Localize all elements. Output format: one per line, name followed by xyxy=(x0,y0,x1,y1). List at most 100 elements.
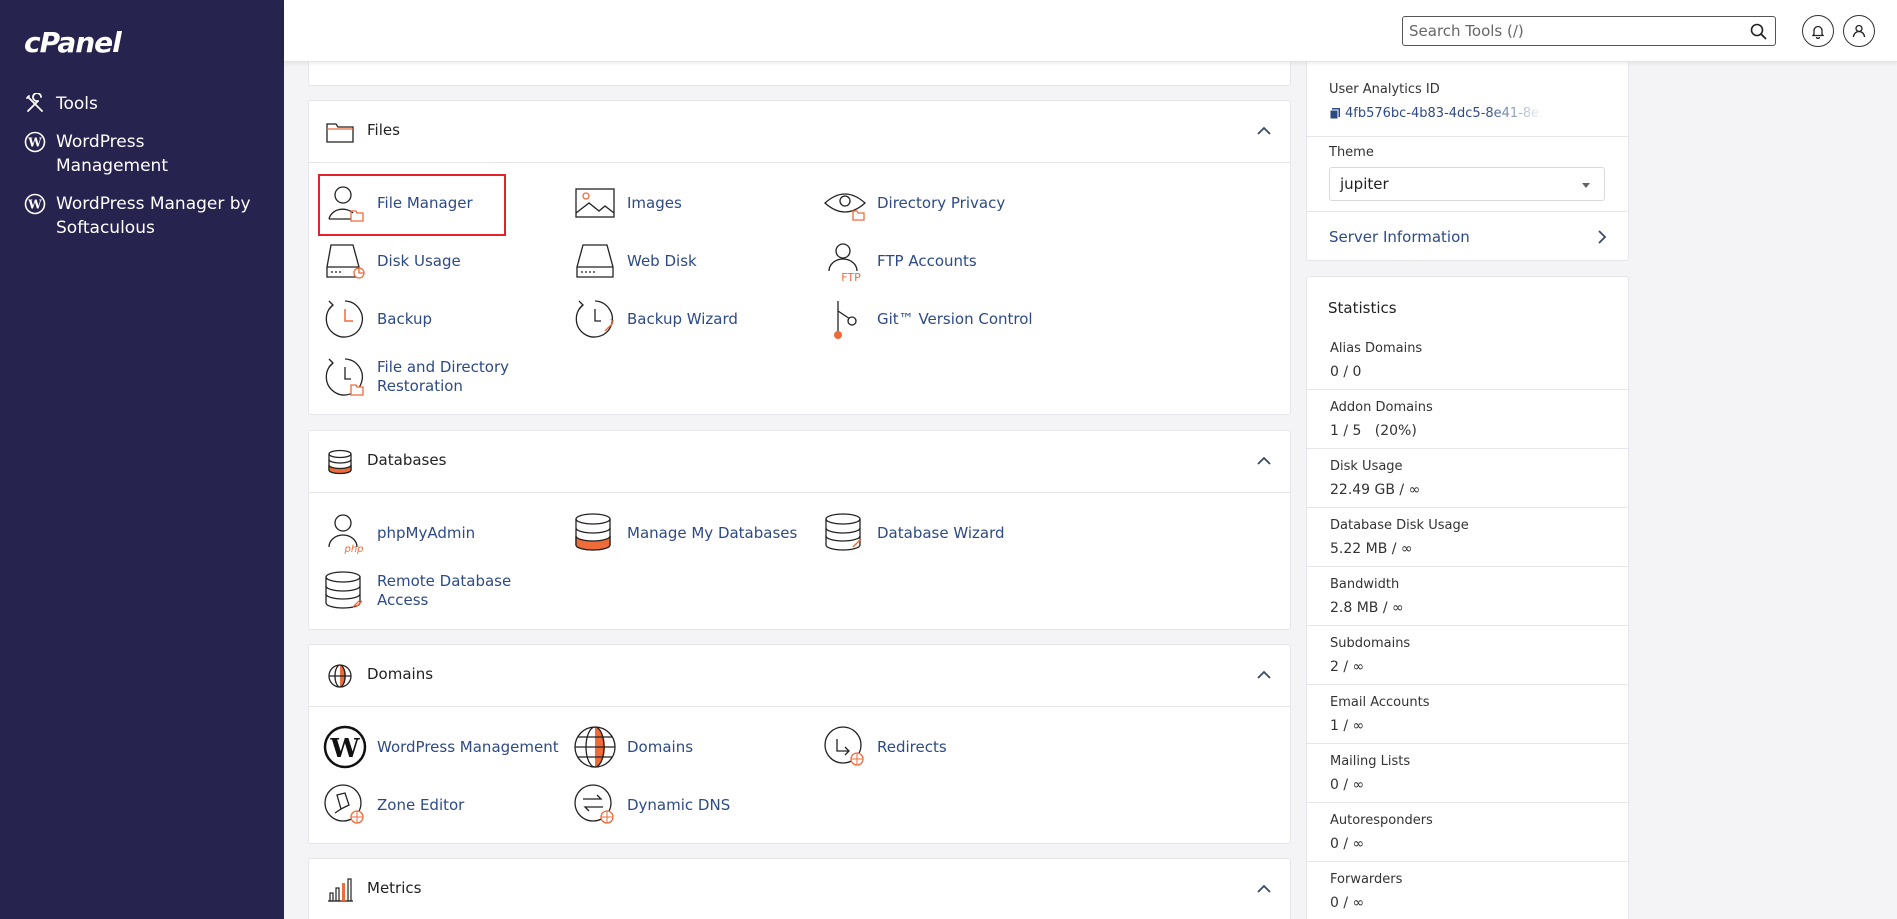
stat-bandwidth: Bandwidth 2.8 MB / ∞ xyxy=(1307,567,1628,626)
chevron-up-icon[interactable] xyxy=(1256,883,1272,895)
dropdown-caret-icon xyxy=(1582,183,1590,188)
cpanel-logo[interactable]: cPanel xyxy=(24,26,122,59)
chevron-up-icon[interactable] xyxy=(1256,125,1272,137)
images-icon xyxy=(575,188,615,218)
stat-value: 0 / ∞ xyxy=(1330,836,1365,852)
tool-backup-wizard[interactable]: Backup Wizard xyxy=(573,297,813,341)
backup-wizard-icon xyxy=(575,300,614,338)
search-input[interactable] xyxy=(1403,17,1733,45)
folder-icon xyxy=(326,123,354,143)
chevron-up-icon[interactable] xyxy=(1256,669,1272,681)
tool-images[interactable]: Images xyxy=(573,181,813,225)
zone-editor-icon xyxy=(324,784,364,824)
database-wizard-icon xyxy=(825,513,862,551)
restoration-icon xyxy=(325,358,364,396)
git-icon xyxy=(834,301,857,339)
tool-label: FTP Accounts xyxy=(877,251,977,270)
stat-value: 22.49 GB / ∞ xyxy=(1330,482,1421,498)
tool-wordpress-management[interactable]: W WordPress Management xyxy=(323,725,563,769)
stat-label: Autoresponders xyxy=(1330,813,1433,828)
user-icon xyxy=(1852,24,1866,38)
databases-section: Databases php phpMyAdmin Manage My Datab… xyxy=(308,430,1291,630)
domains-section: Domains W WordPress Management Domains R… xyxy=(308,644,1291,844)
tool-label: Redirects xyxy=(877,737,947,756)
server-information-link[interactable]: Server Information xyxy=(1329,227,1607,246)
chevron-up-icon[interactable] xyxy=(1256,455,1272,467)
stat-value: 0 / ∞ xyxy=(1330,895,1365,911)
tool-domains[interactable]: Domains xyxy=(573,725,813,769)
svg-text:php: php xyxy=(343,544,363,555)
section-title: Files xyxy=(367,121,400,139)
search-icon[interactable] xyxy=(1750,23,1767,40)
tool-label: Disk Usage xyxy=(377,251,461,270)
tool-label: Backup Wizard xyxy=(627,309,738,328)
sidebar-item-label: WordPress Manager by Softaculous xyxy=(56,194,251,238)
sidebar-item-tools[interactable]: Tools xyxy=(0,92,284,116)
tool-zone-editor[interactable]: Zone Editor xyxy=(323,783,563,827)
stat-email-accounts: Email Accounts 1 / ∞ xyxy=(1307,685,1628,744)
analytics-id-label: User Analytics ID xyxy=(1329,82,1440,97)
stat-autoresponders: Autoresponders 0 / ∞ xyxy=(1307,803,1628,862)
bar-chart-icon xyxy=(328,878,353,902)
stat-label: Subdomains xyxy=(1330,636,1411,651)
stat-addon-domains: Addon Domains 1 / 5 (20%) xyxy=(1307,390,1628,449)
redirects-icon xyxy=(824,726,864,766)
tool-file-directory-restoration[interactable]: File and Directory Restoration xyxy=(323,355,563,399)
sidebar-item-label: Tools xyxy=(56,94,98,114)
stat-label: Addon Domains xyxy=(1330,400,1433,415)
tool-redirects[interactable]: Redirects xyxy=(823,725,1063,769)
manage-databases-icon xyxy=(575,513,611,551)
tool-backup[interactable]: Backup xyxy=(323,297,563,341)
analytics-id-row[interactable]: 4fb576bc-4b83-4dc5-8e41-8e... xyxy=(1329,106,1545,121)
user-account-button[interactable] xyxy=(1843,15,1875,47)
files-section: Files File Manager Images Directory Priv… xyxy=(308,100,1291,415)
theme-select[interactable]: jupiter xyxy=(1329,167,1605,201)
svg-text:FTP: FTP xyxy=(841,271,861,283)
globe-icon xyxy=(328,664,352,688)
tool-database-wizard[interactable]: Database Wizard xyxy=(823,511,1063,555)
server-information-label: Server Information xyxy=(1329,228,1470,246)
sidebar-item-label: WordPress Management xyxy=(56,132,168,176)
tools-icon xyxy=(26,93,43,112)
tool-label: Backup xyxy=(377,309,432,328)
copy-icon[interactable] xyxy=(1329,107,1341,120)
tool-dynamic-dns[interactable]: Dynamic DNS xyxy=(573,783,813,827)
tool-directory-privacy[interactable]: Directory Privacy xyxy=(823,181,1063,225)
tool-label: Images xyxy=(627,193,682,212)
files-section-header[interactable]: Files xyxy=(309,101,1290,163)
tool-label: Git™ Version Control xyxy=(877,309,1033,328)
theme-label: Theme xyxy=(1329,145,1374,160)
stat-label: Alias Domains xyxy=(1330,341,1423,356)
stat-label: Forwarders xyxy=(1330,872,1403,887)
svg-text:W: W xyxy=(27,136,42,150)
tool-label: Domains xyxy=(627,737,694,756)
tool-label: Web Disk xyxy=(627,251,697,270)
tool-ftp-accounts[interactable]: FTP FTP Accounts xyxy=(823,239,1063,283)
tool-disk-usage[interactable]: Disk Usage xyxy=(323,239,563,283)
metrics-section-header[interactable]: Metrics xyxy=(309,859,1290,919)
sidebar-item-wordpress-manager-softaculous[interactable]: W WordPress Manager by Softaculous xyxy=(0,192,284,240)
stat-mailing-lists: Mailing Lists 0 / ∞ xyxy=(1307,744,1628,803)
tool-remote-database-access[interactable]: Remote Database Access xyxy=(323,569,563,613)
remote-database-icon xyxy=(325,571,363,609)
stat-value: 5.22 MB / ∞ xyxy=(1330,541,1413,557)
tool-label: Manage My Databases xyxy=(627,523,798,542)
statistics-title: Statistics xyxy=(1328,299,1397,317)
stat-value: 2.8 MB / ∞ xyxy=(1330,600,1404,616)
domains-section-header[interactable]: Domains xyxy=(309,645,1290,707)
svg-text:W: W xyxy=(27,198,42,212)
tool-phpmyadmin[interactable]: php phpMyAdmin xyxy=(323,511,563,555)
notifications-button[interactable] xyxy=(1802,15,1834,47)
databases-section-header[interactable]: Databases xyxy=(309,431,1290,493)
ftp-accounts-icon: FTP xyxy=(828,243,861,283)
stat-label: Email Accounts xyxy=(1330,695,1430,710)
tool-manage-my-databases[interactable]: Manage My Databases xyxy=(573,511,813,555)
stat-disk-usage: Disk Usage 22.49 GB / ∞ xyxy=(1307,449,1628,508)
tool-git-version-control[interactable]: Git™ Version Control xyxy=(823,297,1063,341)
tool-web-disk[interactable]: Web Disk xyxy=(573,239,813,283)
stat-label: Mailing Lists xyxy=(1330,754,1411,769)
search-box[interactable] xyxy=(1402,16,1776,46)
sidebar-item-wordpress-management[interactable]: W WordPress Management xyxy=(0,130,284,178)
tool-label: Directory Privacy xyxy=(877,193,1006,212)
tool-label: WordPress Management xyxy=(377,737,559,756)
